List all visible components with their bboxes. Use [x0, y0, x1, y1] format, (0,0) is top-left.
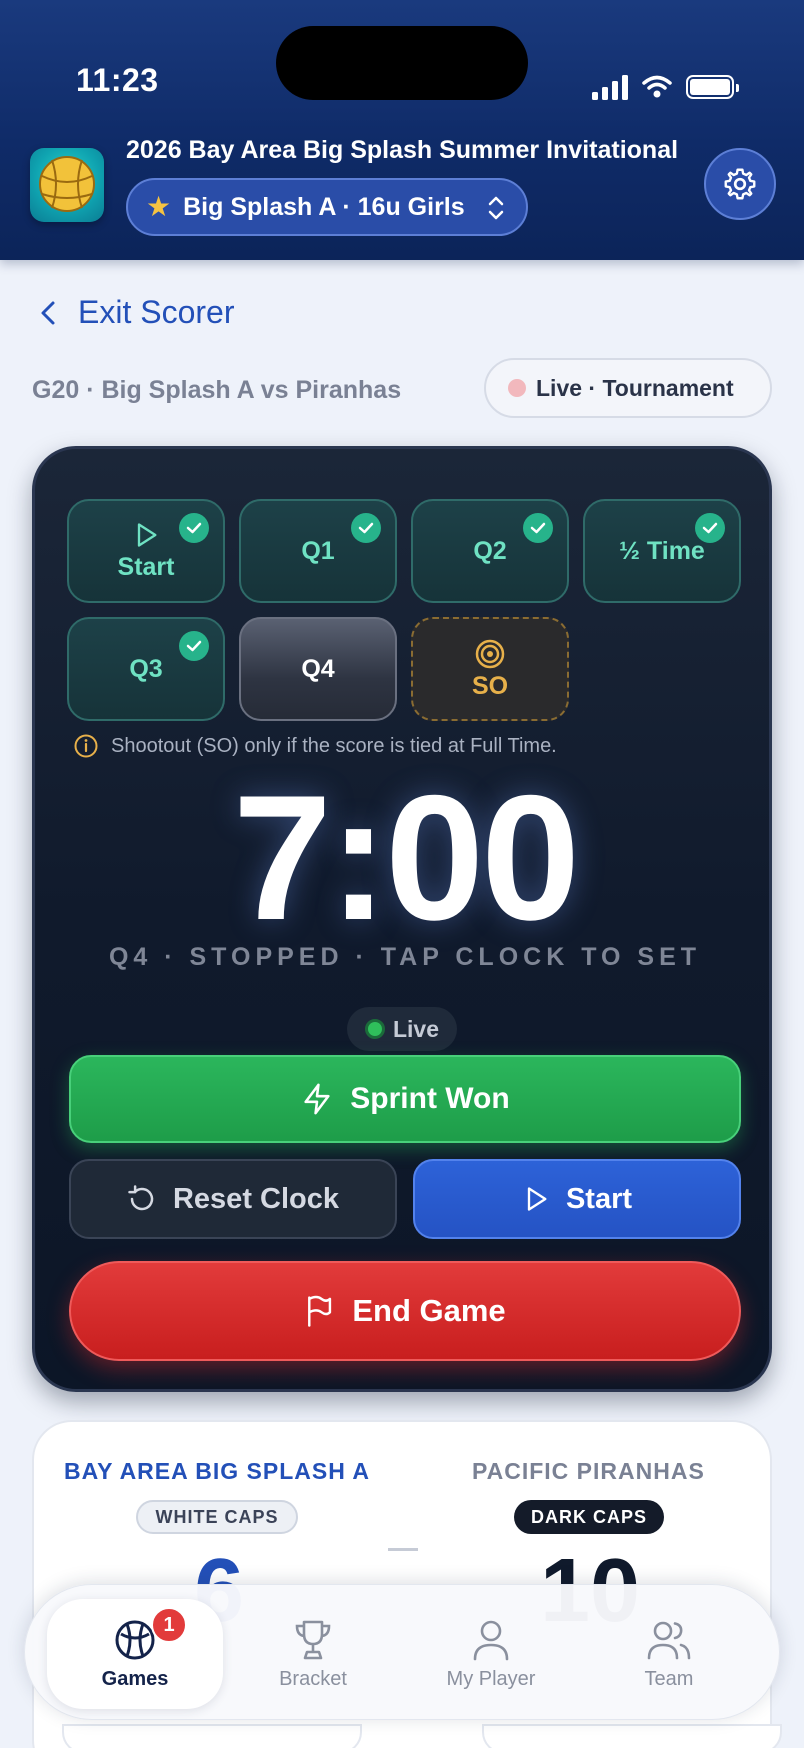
play-icon: [527, 1187, 547, 1211]
period-q4-button[interactable]: Q4: [239, 617, 397, 721]
status-icons: [592, 74, 739, 100]
tab-my-player-label: My Player: [446, 1667, 536, 1690]
check-icon: [179, 513, 209, 543]
wifi-icon: [642, 75, 672, 98]
start-clock-label: Start: [565, 1182, 633, 1215]
users-icon: [647, 1621, 691, 1659]
period-label: SO: [471, 671, 509, 700]
tab-team[interactable]: Team: [581, 1599, 757, 1709]
period-q1-button[interactable]: Q1: [239, 499, 397, 603]
live-indicator: Live: [347, 1007, 457, 1051]
status-badge-label: Live · Tournament: [536, 374, 734, 401]
bottom-tab-bar: Games 1 Bracket My Player Team: [24, 1584, 780, 1720]
settings-button[interactable]: [704, 148, 776, 220]
sprint-won-label: Sprint Won: [350, 1082, 510, 1115]
chevron-updown-icon: [488, 196, 504, 220]
reset-clock-label: Reset Clock: [172, 1182, 339, 1215]
battery-icon: [686, 75, 739, 99]
tournament-title: 2026 Bay Area Big Splash Summer Invitati…: [126, 136, 679, 164]
live-dot-icon: [364, 1019, 385, 1039]
target-icon: [475, 639, 505, 668]
dynamic-island: [276, 26, 528, 100]
tab-bracket[interactable]: Bracket: [225, 1599, 401, 1709]
flag-icon: [308, 1295, 332, 1327]
away-team-name: PACIFIC PIRANHAS: [472, 1458, 705, 1484]
trophy-icon: [295, 1620, 331, 1659]
period-label: Q4: [301, 654, 335, 683]
away-caps-badge: DARK CAPS: [514, 1500, 664, 1534]
start-clock-button[interactable]: Start: [413, 1159, 741, 1239]
shootout-note: Shootout (SO) only if the score is tied …: [73, 733, 557, 759]
exit-scorer-label: Exit Scorer: [78, 294, 235, 330]
period-label: Q3: [129, 654, 163, 683]
chevron-left-icon: [41, 301, 55, 324]
team-selector[interactable]: ★ Big Splash A · 16u Girls: [126, 178, 528, 236]
play-icon: [137, 522, 157, 547]
reset-clock-button[interactable]: Reset Clock: [69, 1159, 397, 1239]
period-halftime-button[interactable]: ½ Time: [583, 499, 741, 603]
volleyball-logo: [30, 148, 104, 222]
sprint-won-button[interactable]: Sprint Won: [69, 1055, 741, 1143]
clock-status: Q4 · STOPPED · TAP CLOCK TO SET: [108, 943, 702, 971]
scorer-panel: Start Q1 Q2 ½ Time Q3 Q4 SO Shootout (SO…: [32, 446, 772, 1392]
home-caps-badge: WHITE CAPS: [136, 1500, 298, 1534]
live-indicator-label: Live: [392, 1015, 440, 1042]
gear-icon: [724, 168, 756, 200]
check-icon: [695, 513, 725, 543]
shootout-note-text: Shootout (SO) only if the score is tied …: [111, 734, 557, 757]
score-divider: [388, 1548, 418, 1551]
notification-badge: 1: [151, 1607, 187, 1643]
home-team-name: BAY AREA BIG SPLASH A: [64, 1458, 370, 1484]
check-icon: [351, 513, 381, 543]
status-time: 11:23: [76, 62, 159, 98]
card-edge: [62, 1724, 362, 1748]
check-icon: [523, 513, 553, 543]
signal-icon: [592, 74, 628, 100]
info-icon: [74, 734, 98, 758]
period-label: Q1: [301, 536, 335, 565]
card-edge: [482, 1724, 782, 1748]
reset-icon: [128, 1185, 154, 1211]
end-game-label: End Game: [352, 1293, 506, 1328]
tab-team-label: Team: [644, 1667, 694, 1690]
period-label: Q2: [473, 536, 507, 565]
tab-my-player[interactable]: My Player: [403, 1599, 579, 1709]
game-label: G20 · Big Splash A vs Piranhas: [32, 376, 402, 404]
period-label: Start: [117, 552, 175, 581]
tab-bracket-label: Bracket: [279, 1667, 347, 1690]
user-icon: [473, 1620, 509, 1660]
lightning-icon: [304, 1083, 330, 1115]
app-header: 11:23 2026 Bay Area Big Splash Summer In…: [0, 0, 804, 260]
star-icon: ★: [146, 191, 172, 222]
period-start-button[interactable]: Start: [67, 499, 225, 603]
period-label: ½ Time: [619, 536, 705, 565]
tab-games-label: Games: [101, 1667, 169, 1690]
game-clock[interactable]: 7:00: [35, 769, 775, 947]
live-dot-icon: [508, 379, 526, 397]
check-icon: [179, 631, 209, 661]
period-shootout-button[interactable]: SO: [411, 617, 569, 721]
period-q2-button[interactable]: Q2: [411, 499, 569, 603]
period-q3-button[interactable]: Q3: [67, 617, 225, 721]
end-game-button[interactable]: End Game: [69, 1261, 741, 1361]
tab-games[interactable]: Games 1: [47, 1599, 223, 1709]
status-badge: Live · Tournament: [484, 358, 772, 418]
team-selector-label: Big Splash A · 16u Girls: [183, 192, 465, 221]
exit-scorer-link[interactable]: Exit Scorer: [40, 294, 234, 331]
